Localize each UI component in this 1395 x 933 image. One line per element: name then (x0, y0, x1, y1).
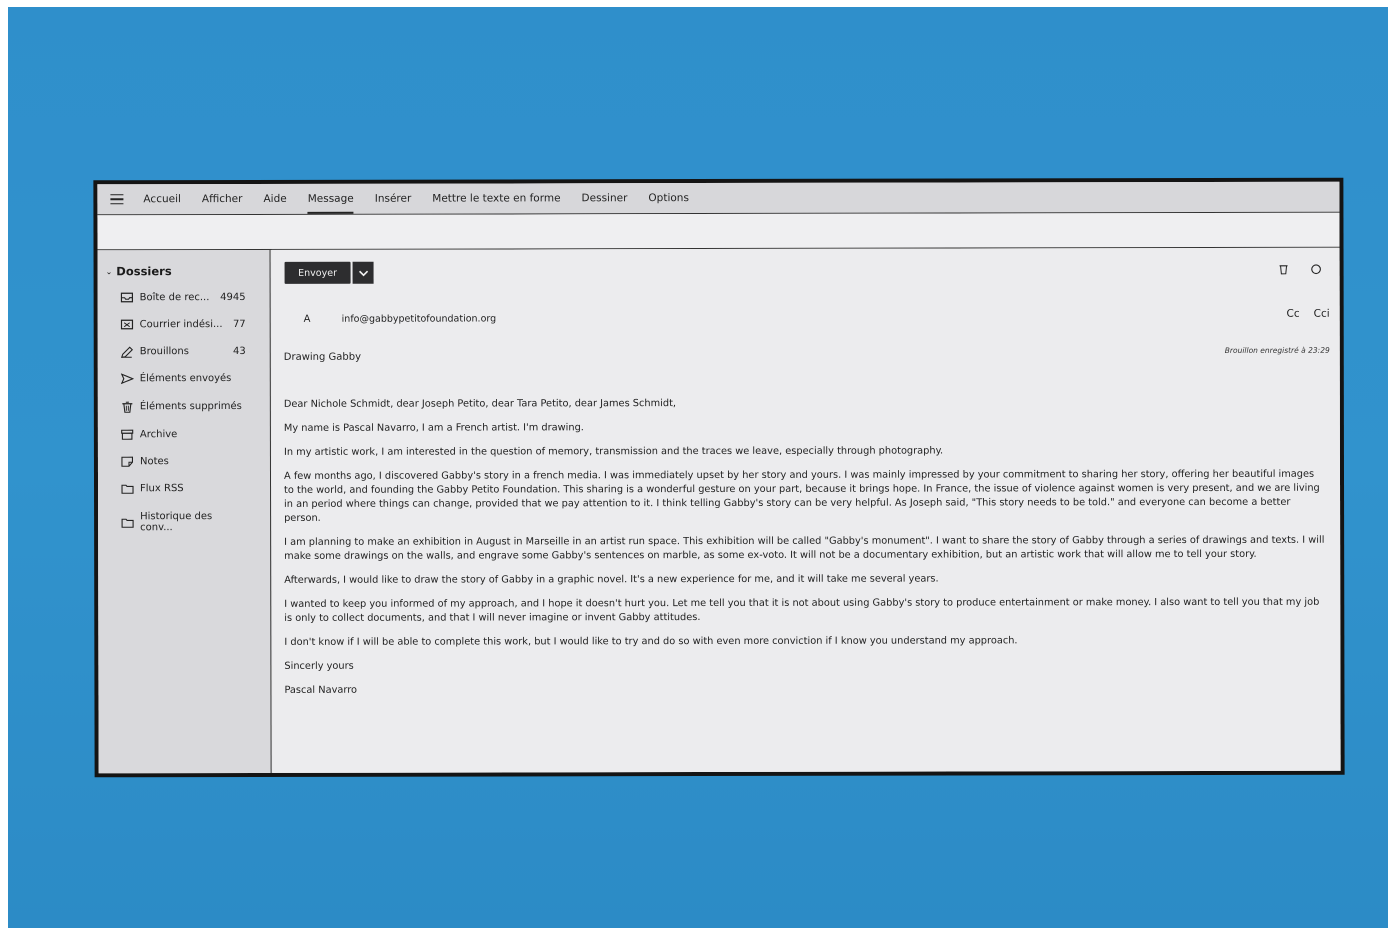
more-options-icon[interactable] (1311, 264, 1322, 275)
body-paragraph: Afterwards, I would like to draw the sto… (284, 573, 939, 586)
sidebar-item-label: Éléments supprimés (139, 400, 242, 413)
inbox-icon (120, 292, 135, 303)
sidebar-item-inbox[interactable]: Boîte de rec... 4945 (120, 291, 246, 304)
cc-button[interactable]: Cc (1287, 308, 1300, 320)
sidebar-item-sent[interactable]: Éléments envoyés (120, 373, 246, 385)
send-options-button[interactable] (352, 261, 374, 284)
body-paragraph: Sincerly yours (284, 660, 354, 672)
body-paragraph: My name is Pascal Navarro, I am a French… (283, 422, 584, 434)
menu-message[interactable]: Message (308, 191, 354, 207)
menu-options[interactable]: Options (648, 190, 689, 206)
signature: Pascal Navarro (284, 684, 358, 696)
subject-field[interactable]: Drawing Gabby (284, 352, 361, 363)
unread-count: 4945 (220, 291, 246, 304)
mail-window: Accueil Afficher Aide Message Insérer Me… (97, 181, 1341, 774)
menu-afficher[interactable]: Afficher (202, 191, 243, 207)
menu-mettre-en-forme[interactable]: Mettre le texte en forme (432, 190, 560, 206)
sidebar-item-label: Brouillons (139, 346, 189, 358)
sidebar-item-label: Éléments envoyés (139, 373, 232, 385)
hamburger-menu-icon[interactable] (110, 193, 124, 205)
sidebar-item-label: Historique des conv... (140, 511, 213, 534)
compose-actions (1279, 264, 1322, 275)
trash-icon (121, 401, 135, 413)
send-button-group: Envoyer (284, 261, 374, 284)
menu-accueil[interactable]: Accueil (143, 191, 181, 207)
body-paragraph: I wanted to keep you informed of my appr… (284, 596, 1320, 624)
junk-icon (120, 319, 135, 330)
sidebar-item-notes[interactable]: Notes (121, 456, 246, 467)
folders-header[interactable]: ⌄ Dossiers (106, 264, 172, 278)
body-paragraph: I am planning to make an exhibition in A… (284, 534, 1325, 562)
chevron-down-icon: ⌄ (105, 266, 113, 276)
message-body[interactable]: Dear Nichole Schmidt, dear Joseph Petito… (284, 396, 1327, 708)
draft-saved-status: Brouillon enregistré à 23:29 (1224, 345, 1330, 355)
ribbon (97, 212, 1340, 251)
menubar: Accueil Afficher Aide Message Insérer Me… (97, 181, 1340, 216)
send-button[interactable]: Envoyer (284, 261, 351, 284)
cc-bcc-links: Cc Cci (1287, 308, 1330, 320)
rss-folder-icon (121, 483, 135, 494)
archive-icon (121, 429, 135, 440)
sidebar-item-label: Flux RSS (140, 483, 184, 495)
sidebar-item-deleted[interactable]: Éléments supprimés (121, 400, 246, 413)
sidebar-item-label: Boîte de rec... (139, 292, 210, 304)
folder-sidebar: ⌄ Dossiers Boîte de rec... 4945 Courrier… (97, 249, 272, 774)
sidebar-item-label: Notes (139, 456, 169, 468)
drafts-icon (120, 346, 135, 358)
sidebar-item-label: Courrier indési... (139, 319, 223, 331)
notes-icon (121, 456, 135, 467)
bcc-button[interactable]: Cci (1314, 308, 1330, 320)
body-paragraph: I don't know if I will be able to comple… (284, 635, 1018, 648)
unread-count: 43 (232, 345, 246, 358)
blue-wall: Accueil Afficher Aide Message Insérer Me… (8, 7, 1388, 928)
sidebar-item-rss[interactable]: Flux RSS (121, 483, 246, 494)
sidebar-item-label: Archive (139, 429, 178, 441)
sidebar-item-drafts[interactable]: Brouillons 43 (120, 345, 246, 358)
unread-count: 77 (232, 318, 246, 331)
chevron-down-icon (358, 270, 368, 276)
discard-icon[interactable] (1279, 264, 1289, 275)
sidebar-item-archive[interactable]: Archive (121, 429, 246, 440)
painted-frame: Accueil Afficher Aide Message Insérer Me… (93, 177, 1345, 778)
sent-icon (120, 373, 135, 385)
to-field[interactable]: info@gabbypetitofoundation.org (342, 313, 497, 324)
compose-pane: Envoyer A info@gabbypetitofoundation.org… (271, 247, 1341, 773)
menu-aide[interactable]: Aide (263, 191, 286, 207)
body-paragraph: In my artistic work, I am interested in … (283, 445, 944, 458)
to-label: A (303, 313, 311, 325)
menu-dessiner[interactable]: Dessiner (582, 190, 628, 206)
body-paragraph: A few months ago, I discovered Gabby's s… (283, 468, 1320, 524)
body-paragraph: Dear Nichole Schmidt, dear Joseph Petito… (283, 398, 677, 410)
sidebar-item-history[interactable]: Historique des conv... (121, 511, 246, 533)
menu-inserer[interactable]: Insérer (375, 191, 412, 207)
sidebar-item-junk[interactable]: Courrier indési... 77 (120, 318, 246, 331)
history-folder-icon (121, 517, 135, 528)
folders-header-label: Dossiers (116, 264, 172, 279)
